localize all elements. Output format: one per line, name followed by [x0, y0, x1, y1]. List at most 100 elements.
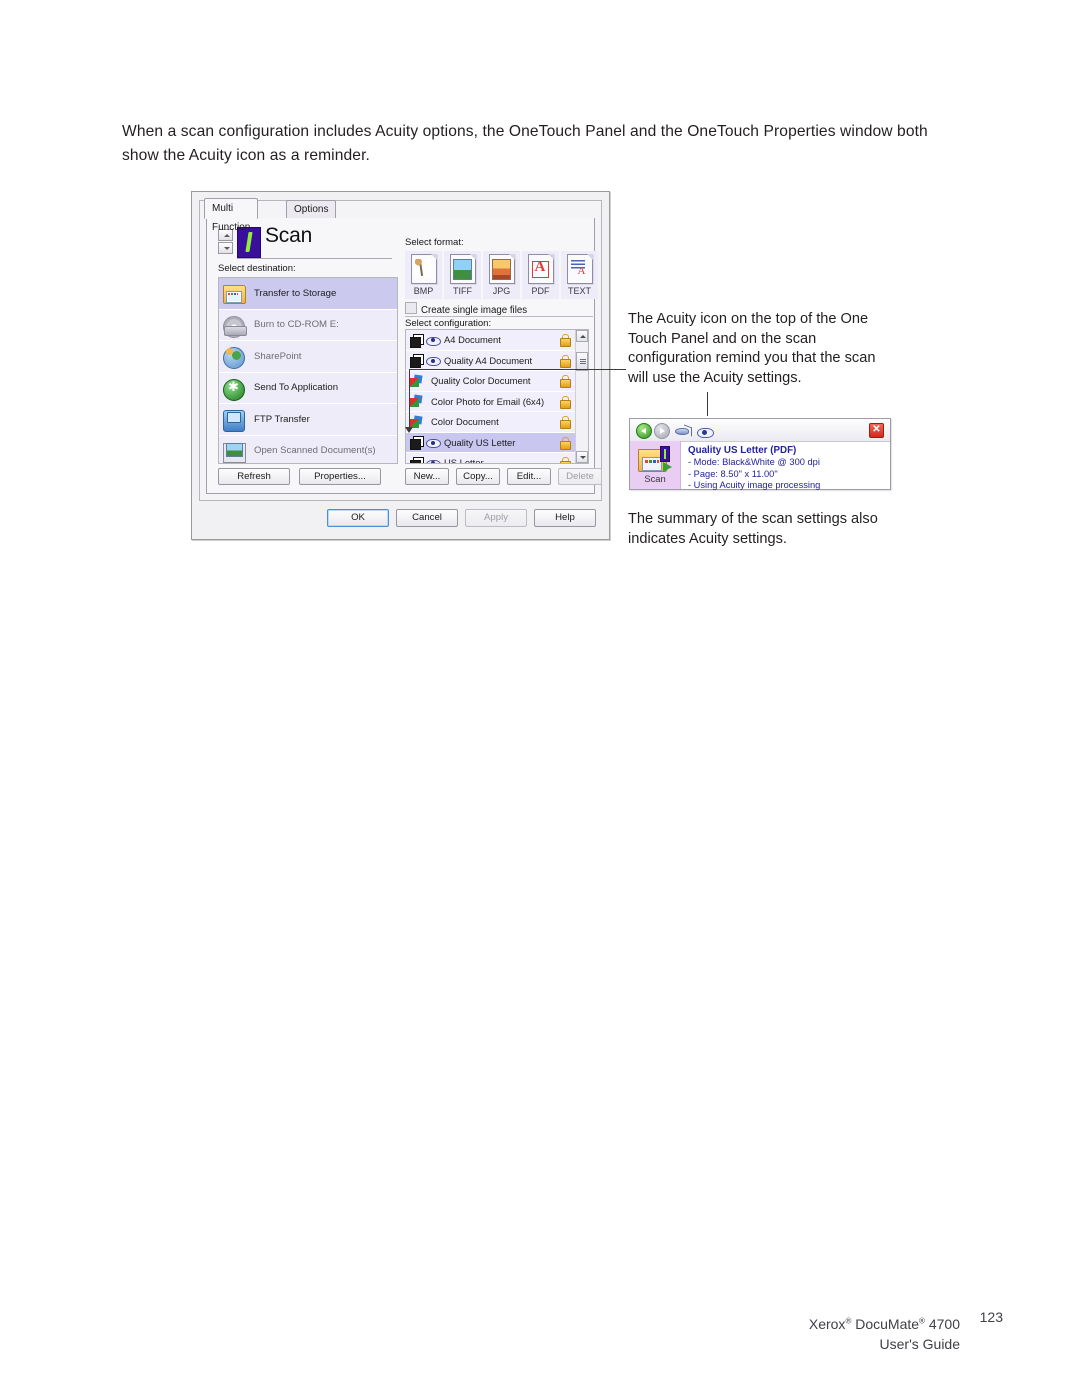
- page-footer-guide: User's Guide: [879, 1336, 960, 1352]
- destination-item-open-scanned-documents[interactable]: Open Scanned Document(s): [219, 435, 397, 463]
- cancel-button[interactable]: Cancel: [396, 509, 458, 527]
- acuity-eye-icon: [426, 458, 441, 463]
- scan-title-underline: [237, 258, 392, 259]
- format-option-bmp[interactable]: BMP: [405, 251, 442, 299]
- configuration-item-us-letter[interactable]: US Letter: [406, 453, 588, 464]
- tab-options-label: Options: [294, 204, 329, 215]
- onetouch-scan-label: Scan: [644, 473, 666, 484]
- text-format-icon: [566, 254, 593, 284]
- annotation-summary: The summary of the scan settings also in…: [628, 511, 878, 547]
- onetouch-summary-panel: ✕ Scan Quality US Letter (PDF) - Mode: B…: [629, 418, 891, 490]
- page-footer: Xerox® DocuMate® 4700 User's Guide: [809, 1316, 960, 1352]
- configuration-item-quality-color-document[interactable]: Quality Color Document: [406, 371, 588, 392]
- destination-label: Burn to CD-ROM E:: [254, 319, 339, 331]
- close-icon[interactable]: ✕: [869, 423, 884, 438]
- format-option-pdf[interactable]: PDF: [522, 251, 559, 299]
- pdf-format-icon: [527, 254, 554, 284]
- configuration-item-quality-us-letter[interactable]: Quality US Letter: [406, 432, 588, 453]
- spinner-down-icon[interactable]: [218, 242, 233, 254]
- lock-icon: [560, 457, 571, 463]
- format-label: BMP: [413, 286, 434, 296]
- configuration-label: Quality Color Document: [431, 375, 531, 387]
- scan-button-title: Scan: [265, 224, 313, 247]
- format-selector: BMP TIFF JPG PDF TEXT: [405, 251, 602, 299]
- help-button[interactable]: Help: [534, 509, 596, 527]
- destination-item-transfer-to-storage[interactable]: Transfer to Storage: [219, 278, 397, 310]
- format-label: PDF: [531, 286, 550, 296]
- brand-name: Xerox: [808, 1316, 846, 1332]
- tab-options[interactable]: Options: [286, 200, 337, 219]
- tab-multi-function[interactable]: Multi Function: [204, 198, 259, 233]
- onetouch-scan-button[interactable]: Scan: [630, 441, 681, 489]
- configuration-item-color-photo-for-email[interactable]: Color Photo for Email (6x4): [406, 391, 588, 412]
- destination-list[interactable]: Transfer to Storage Burn to CD-ROM E: Sh…: [218, 277, 398, 464]
- onetouch-toolbar: ✕: [630, 419, 890, 442]
- format-label: TEXT: [567, 286, 591, 296]
- format-option-text[interactable]: TEXT: [561, 251, 598, 299]
- configuration-item-quality-a4-document[interactable]: Quality A4 Document: [406, 350, 588, 371]
- destination-item-burn-to-cd-rom[interactable]: Burn to CD-ROM E:: [219, 309, 397, 341]
- format-option-tiff[interactable]: TIFF: [444, 251, 481, 299]
- copy-config-button[interactable]: Copy...: [456, 468, 500, 485]
- configuration-label: Color Photo for Email (6x4): [431, 395, 545, 407]
- checkbox-box[interactable]: [405, 302, 417, 314]
- configuration-label: Color Document: [431, 416, 499, 428]
- send-to-application-icon: [223, 377, 247, 401]
- select-configuration-label: Select configuration:: [405, 318, 492, 329]
- leader-line-to-panel: [707, 392, 708, 416]
- properties-button[interactable]: Properties...: [299, 468, 381, 485]
- jpg-format-icon: [488, 254, 515, 284]
- folder-storage-icon: [223, 282, 247, 305]
- configuration-scrollbar[interactable]: [575, 330, 588, 463]
- color-document-icon: [410, 375, 423, 387]
- forward-arrow-icon[interactable]: [654, 423, 670, 439]
- lock-icon: [560, 354, 571, 368]
- tiff-format-icon: [449, 254, 476, 284]
- acuity-eye-icon: [426, 335, 441, 346]
- scroll-down-icon[interactable]: [576, 451, 588, 463]
- leader-line-vertical: [409, 369, 410, 430]
- create-single-image-files-checkbox[interactable]: Create single image files: [405, 302, 527, 316]
- select-destination-label: Select destination:: [218, 263, 296, 274]
- page-footer-product: Xerox® DocuMate® 4700: [809, 1316, 960, 1332]
- color-document-icon: [410, 395, 423, 408]
- format-label: TIFF: [453, 286, 472, 296]
- edit-config-button[interactable]: Edit...: [507, 468, 551, 485]
- leader-arrowhead: [405, 427, 413, 433]
- ftp-transfer-icon: [223, 408, 247, 433]
- refresh-button[interactable]: Refresh: [218, 468, 290, 485]
- configuration-label: US Letter: [444, 457, 484, 464]
- scanner-icon[interactable]: [675, 425, 691, 436]
- bw-document-icon: [410, 456, 424, 463]
- cd-rom-icon: [223, 314, 247, 338]
- select-format-label: Select format:: [405, 237, 464, 248]
- format-label: JPG: [492, 286, 511, 296]
- onetouch-summary-text: Quality US Letter (PDF) - Mode: Black&Wh…: [681, 441, 890, 490]
- delete-config-button: Delete: [558, 468, 602, 485]
- acuity-eye-icon[interactable]: [697, 426, 714, 438]
- onetouch-config-title: Quality US Letter (PDF): [688, 445, 797, 456]
- product-name: DocuMate: [851, 1316, 920, 1332]
- destination-item-send-to-application[interactable]: Send To Application: [219, 372, 397, 404]
- destination-label: Transfer to Storage: [254, 287, 337, 299]
- bmp-format-icon: [410, 254, 437, 284]
- intro-paragraph: When a scan configuration includes Acuit…: [122, 123, 928, 164]
- scroll-up-icon[interactable]: [576, 330, 588, 342]
- destination-label: Send To Application: [254, 382, 339, 394]
- new-config-button[interactable]: New...: [405, 468, 449, 485]
- acuity-eye-icon: [426, 438, 441, 449]
- onetouch-page-line: - Page: 8.50" x 11.00": [688, 468, 778, 479]
- destination-item-sharepoint[interactable]: SharePoint: [219, 341, 397, 373]
- back-arrow-icon[interactable]: [636, 423, 652, 439]
- multi-function-panel: Scan Select destination: Transfer to Sto…: [206, 218, 602, 494]
- configuration-item-a4-document[interactable]: A4 Document: [406, 330, 588, 351]
- configuration-list[interactable]: A4 Document Quality A4 Document Quality …: [405, 329, 589, 464]
- dialog-inner: Multi Function Options Scan Select desti…: [199, 198, 602, 501]
- format-option-jpg[interactable]: JPG: [483, 251, 520, 299]
- sharepoint-people-icon: [223, 345, 247, 370]
- destination-item-ftp-transfer[interactable]: FTP Transfer: [219, 404, 397, 436]
- bw-document-icon: [410, 354, 424, 369]
- ok-button[interactable]: OK: [327, 509, 389, 527]
- bw-document-icon: [410, 333, 424, 348]
- configuration-item-color-document[interactable]: Color Document: [406, 412, 588, 433]
